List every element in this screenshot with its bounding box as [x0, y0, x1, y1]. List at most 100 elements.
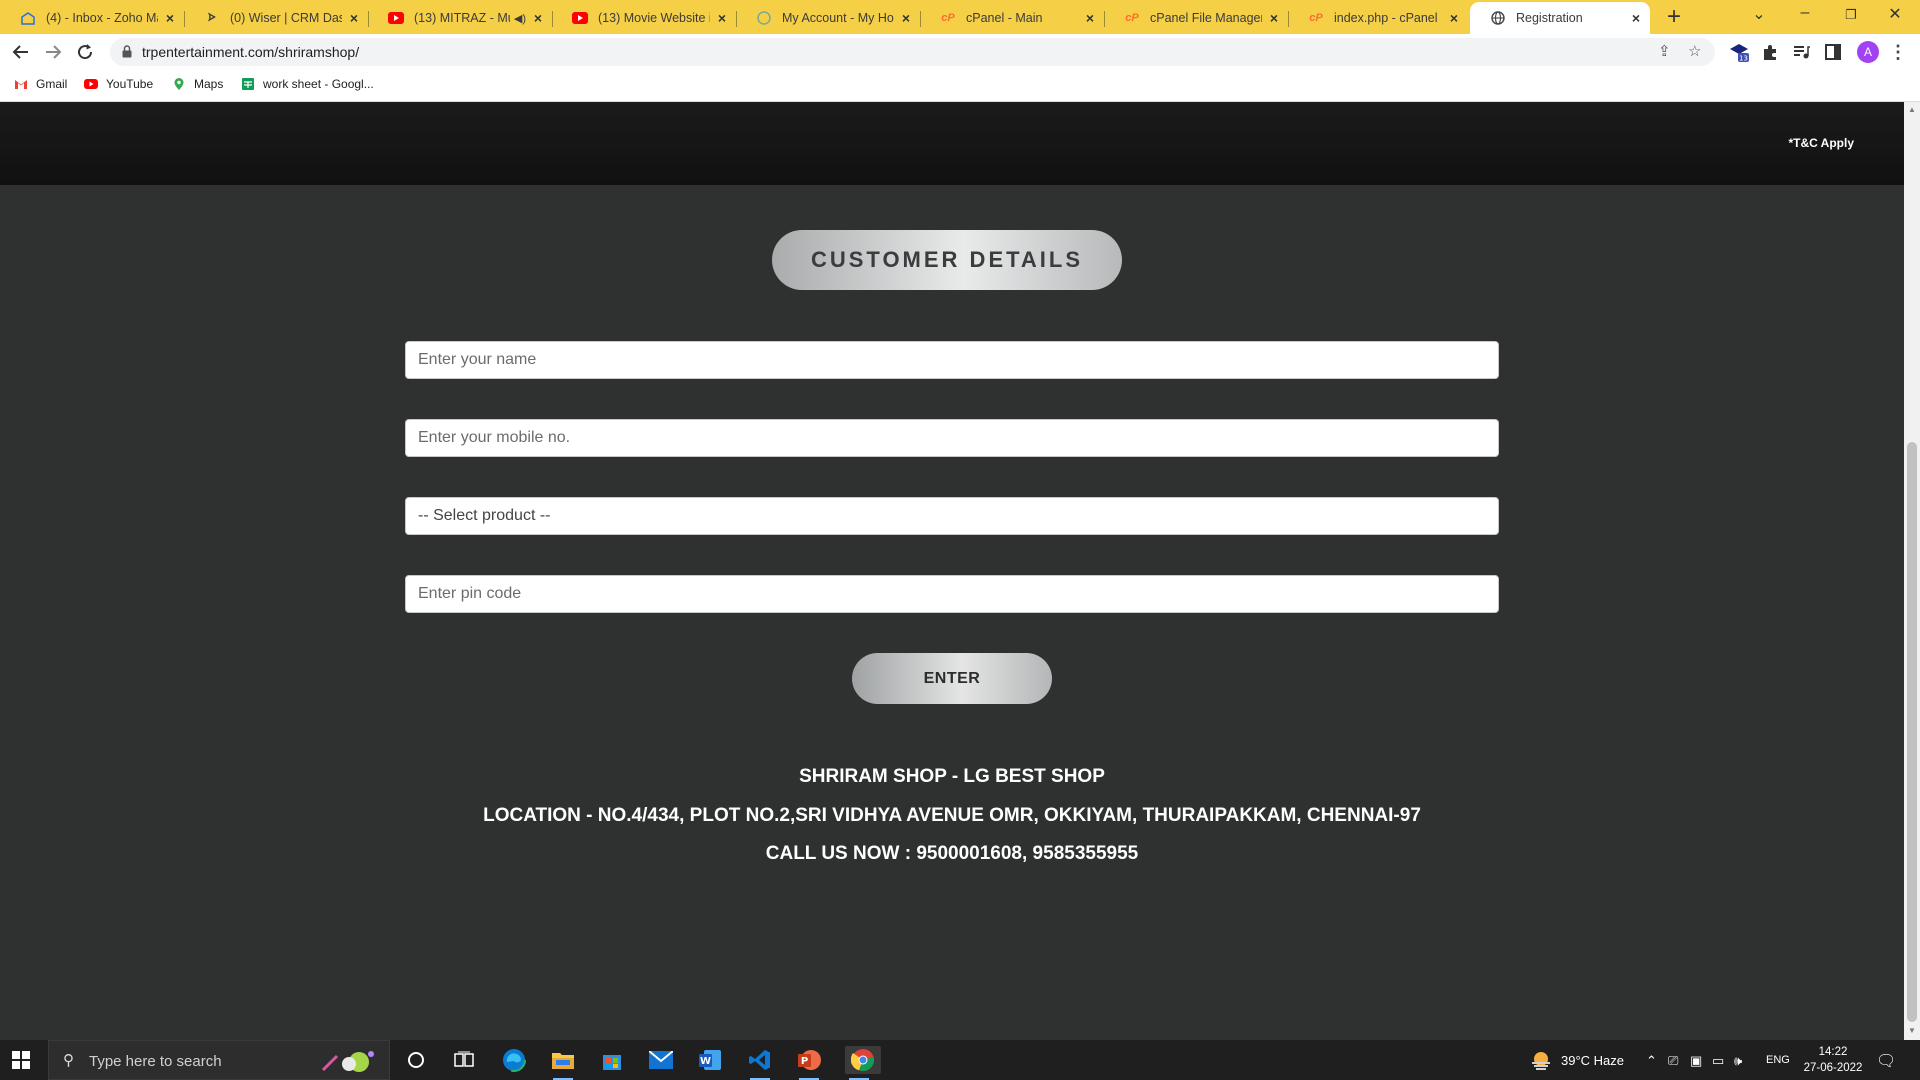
- zoho-mail-icon: [20, 10, 36, 26]
- windows-start-icon[interactable]: [12, 1051, 30, 1069]
- close-icon[interactable]: ×: [1628, 10, 1644, 26]
- extension-badge-icon[interactable]: 13: [1727, 40, 1751, 64]
- shop-location: LOCATION - NO.4/434, PLOT NO.2,SRI VIDHY…: [483, 805, 1421, 826]
- tab-registration[interactable]: Registration ×: [1470, 2, 1650, 34]
- tab-my-account[interactable]: My Account - My Hosting ×: [736, 2, 921, 34]
- restore-button[interactable]: ❐: [1836, 7, 1866, 23]
- bookmark-gmail[interactable]: Gmail: [14, 77, 67, 91]
- lock-icon[interactable]: [122, 45, 132, 58]
- windows-taskbar: ⚲ Type here to search W P 39°C Haze ⌃ ⎚ …: [0, 1040, 1920, 1080]
- profile-avatar[interactable]: A: [1857, 41, 1879, 63]
- tab-movie-website[interactable]: (13) Movie Website in HTML ×: [552, 2, 737, 34]
- share-icon[interactable]: ⇪: [1658, 42, 1671, 60]
- tnc-note: *T&C Apply: [1788, 136, 1854, 150]
- volume-icon[interactable]: 🕪: [1734, 1053, 1742, 1069]
- reload-icon[interactable]: [73, 40, 97, 64]
- tab-wiser-crm[interactable]: ᗌ (0) Wiser | CRM Dashboard ×: [184, 2, 369, 34]
- svg-text:P: P: [801, 1056, 808, 1067]
- scroll-thumb[interactable]: [1907, 442, 1917, 1022]
- youtube-icon: [84, 79, 98, 89]
- bookmarks-bar: Gmail YouTube Maps work sheet - Googl...: [0, 70, 1920, 102]
- scroll-up-icon[interactable]: ▲: [1908, 105, 1916, 114]
- powerpoint-icon[interactable]: P: [795, 1046, 823, 1080]
- weather-haze-icon[interactable]: [1530, 1049, 1552, 1071]
- url-text[interactable]: trpentertainment.com/shriramshop/: [142, 44, 359, 60]
- display-icon[interactable]: ▣: [1690, 1053, 1702, 1069]
- browser-toolbar: trpentertainment.com/shriramshop/ ⇪ ☆ 13…: [0, 34, 1920, 70]
- youtube-icon: [572, 10, 588, 26]
- tab-mitraz-music[interactable]: (13) MITRAZ - Music ◀︎) ×: [368, 2, 553, 34]
- close-window-button[interactable]: ✕: [1880, 4, 1910, 24]
- store-icon[interactable]: [598, 1046, 626, 1074]
- side-panel-icon[interactable]: [1821, 40, 1845, 64]
- close-icon[interactable]: ×: [898, 10, 914, 26]
- name-field[interactable]: [405, 341, 1499, 379]
- scroll-down-icon[interactable]: ▼: [1908, 1026, 1916, 1035]
- clock-date: 27-06-2022: [1803, 1062, 1863, 1074]
- hosting-icon: [756, 10, 772, 26]
- cpanel-icon: cP: [1125, 12, 1139, 24]
- network-icon[interactable]: ▭: [1712, 1053, 1724, 1069]
- extensions-puzzle-icon[interactable]: [1758, 40, 1782, 64]
- meet-now-icon[interactable]: ⎚: [1668, 1053, 1678, 1069]
- close-icon[interactable]: ×: [530, 10, 546, 26]
- close-icon[interactable]: ×: [1266, 10, 1282, 26]
- tab-cpanel-file-manager[interactable]: cP cPanel File Manager v3 ×: [1104, 2, 1289, 34]
- cortana-icon[interactable]: [402, 1046, 430, 1074]
- minimize-button[interactable]: –: [1790, 4, 1820, 22]
- notifications-icon[interactable]: 🗨: [1876, 1051, 1896, 1071]
- edge-icon[interactable]: [500, 1046, 528, 1074]
- tab-index-php[interactable]: cP index.php - cPanel File Manager ×: [1288, 2, 1468, 34]
- cpanel-icon: cP: [1309, 12, 1323, 24]
- shop-name: SHRIRAM SHOP - LG BEST SHOP: [799, 766, 1105, 787]
- globe-icon: [1490, 10, 1506, 26]
- word-icon[interactable]: W: [696, 1046, 724, 1074]
- page-title: CUSTOMER DETAILS: [772, 230, 1122, 290]
- cpanel-icon: cP: [941, 12, 955, 24]
- youtube-icon: [388, 10, 404, 26]
- search-highlight-illustration-icon: [321, 1051, 374, 1072]
- tab-search-chevron-icon[interactable]: ⌄: [1744, 4, 1774, 24]
- media-controls-icon[interactable]: [1789, 40, 1813, 64]
- page-scrollbar[interactable]: ▲ ▼: [1904, 102, 1920, 1040]
- tab-zoho-mail[interactable]: (4) - Inbox - Zoho Mail ×: [0, 2, 185, 34]
- close-icon[interactable]: ×: [1082, 10, 1098, 26]
- language-indicator[interactable]: ENG: [1766, 1054, 1790, 1066]
- close-icon[interactable]: ×: [346, 10, 362, 26]
- clock[interactable]: 14:22 27-06-2022: [1790, 1044, 1876, 1076]
- mail-icon[interactable]: [647, 1046, 675, 1074]
- pin-code-field[interactable]: [405, 575, 1499, 613]
- tray-chevron-icon[interactable]: ⌃: [1646, 1053, 1657, 1069]
- registration-page: *T&C Apply CUSTOMER DETAILS -- Select pr…: [0, 102, 1904, 1040]
- tab-cpanel-main[interactable]: cP cPanel - Main ×: [920, 2, 1105, 34]
- weather-text[interactable]: 39°C Haze: [1561, 1053, 1624, 1068]
- close-icon[interactable]: ×: [162, 10, 178, 26]
- close-icon[interactable]: ×: [1446, 10, 1462, 26]
- extension-badge-count: 13: [1739, 55, 1748, 63]
- task-view-icon[interactable]: [450, 1046, 478, 1074]
- maps-icon: [174, 78, 184, 90]
- new-tab-button[interactable]: +: [1660, 3, 1688, 31]
- kebab-menu-icon[interactable]: ⋮: [1886, 40, 1910, 64]
- speaker-icon[interactable]: ◀︎): [514, 12, 526, 25]
- product-select[interactable]: -- Select product --: [405, 497, 1499, 535]
- wiser-icon: ᗌ: [208, 11, 216, 24]
- close-icon[interactable]: ×: [714, 10, 730, 26]
- address-bar[interactable]: trpentertainment.com/shriramshop/ ⇪ ☆: [110, 38, 1715, 66]
- tab-strip: (4) - Inbox - Zoho Mail × ᗌ (0) Wiser | …: [0, 0, 1920, 34]
- bookmark-maps[interactable]: Maps: [172, 77, 223, 91]
- vscode-icon[interactable]: [746, 1046, 774, 1080]
- chrome-icon[interactable]: [845, 1046, 881, 1080]
- file-explorer-icon[interactable]: [549, 1046, 577, 1080]
- taskbar-search[interactable]: ⚲ Type here to search: [48, 1040, 390, 1080]
- enter-button[interactable]: ENTER: [852, 653, 1052, 704]
- back-arrow-icon[interactable]: [9, 40, 33, 64]
- bookmark-youtube[interactable]: YouTube: [84, 77, 153, 91]
- clock-time: 14:22: [1818, 1046, 1848, 1058]
- bookmark-star-icon[interactable]: ☆: [1688, 42, 1701, 60]
- forward-arrow-icon[interactable]: [41, 40, 65, 64]
- mobile-field[interactable]: [405, 419, 1499, 457]
- bookmark-work-sheet[interactable]: work sheet - Googl...: [241, 77, 374, 91]
- product-select-value: -- Select product --: [418, 507, 551, 524]
- gmail-icon: [15, 80, 27, 89]
